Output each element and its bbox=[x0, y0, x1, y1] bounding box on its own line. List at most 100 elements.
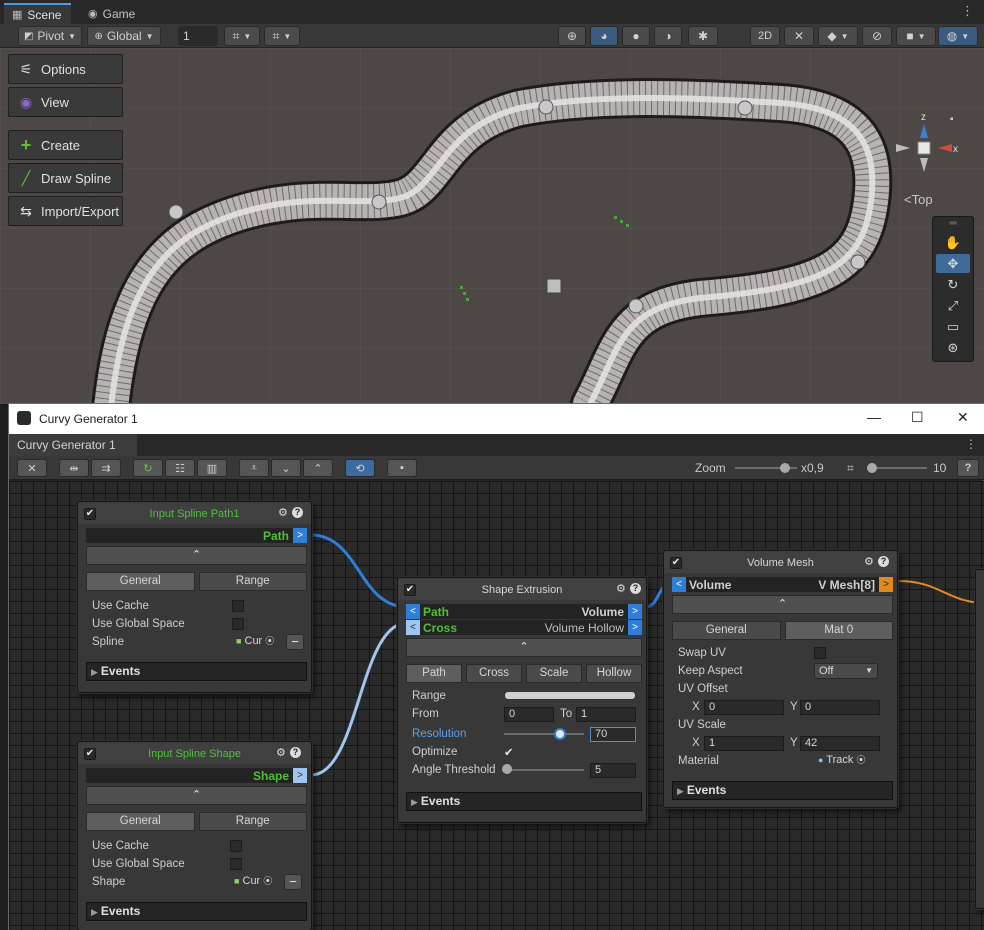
gizmo-view-label[interactable]: <Top bbox=[904, 192, 933, 207]
output-slot-volume[interactable]: > bbox=[628, 604, 642, 619]
output-slot-hollow[interactable]: > bbox=[628, 620, 642, 635]
expand-links-button[interactable]: ⇉ bbox=[91, 459, 121, 477]
view-button[interactable]: ◉ View bbox=[8, 87, 123, 117]
debug-draw-button[interactable]: ✱ bbox=[688, 26, 718, 46]
angle-slider-track[interactable] bbox=[504, 769, 584, 771]
tab-curvy-generator[interactable]: Curvy Generator 1 bbox=[9, 434, 137, 456]
options-button[interactable]: ⚟ Options bbox=[8, 54, 123, 84]
node-header[interactable]: ✔ Input Spline Shape ⚙ ? bbox=[78, 742, 311, 764]
collapse-bar[interactable]: ⌃ bbox=[406, 638, 642, 657]
global-dropdown[interactable]: ⊕ Global ▼ bbox=[87, 26, 161, 46]
move-tool-icon[interactable]: ✥ bbox=[936, 254, 970, 273]
gear-icon[interactable]: ⚙ bbox=[616, 582, 626, 595]
tab-general[interactable]: General bbox=[86, 572, 195, 591]
tab-scene[interactable]: ▦ Scene bbox=[4, 3, 72, 24]
input-slot-path[interactable]: < bbox=[406, 604, 420, 619]
shape-object-field[interactable]: ■ Cur ⦿ bbox=[230, 875, 280, 890]
maximize-icon[interactable]: ☐ bbox=[911, 409, 924, 426]
save-button[interactable]: ▪ bbox=[387, 459, 417, 477]
scale-tool-icon[interactable]: ⤢ bbox=[936, 296, 970, 315]
spline-track-mesh[interactable] bbox=[0, 48, 984, 404]
node-header[interactable]: ✔ Volume Mesh ⚙ ? bbox=[664, 551, 897, 573]
help-icon[interactable]: ? bbox=[292, 507, 303, 518]
input-slot-volume[interactable]: < bbox=[672, 577, 686, 592]
node-volume-mesh[interactable]: ✔ Volume Mesh ⚙ ? < Volume V Mesh[8] > ⌃… bbox=[663, 550, 898, 808]
tab-scale[interactable]: Scale bbox=[526, 664, 582, 683]
rotate-tool-icon[interactable]: ↻ bbox=[936, 275, 970, 294]
close-icon[interactable]: ✕ bbox=[957, 409, 969, 426]
uv-offset-x-field[interactable]: 0 bbox=[704, 700, 784, 715]
grid-slider-knob[interactable] bbox=[867, 463, 877, 473]
help-icon[interactable]: ? bbox=[878, 556, 889, 567]
help-icon[interactable]: ? bbox=[630, 583, 641, 594]
scene-viewport[interactable]: ⚟ Options ◉ View + Create ╱ Draw Spline … bbox=[0, 48, 984, 404]
angle-slider-knob[interactable] bbox=[502, 764, 512, 774]
use-global-space-checkbox[interactable] bbox=[232, 618, 244, 630]
use-cache-checkbox[interactable] bbox=[230, 840, 242, 852]
tab-path[interactable]: Path bbox=[406, 664, 462, 683]
shaded-wireframe-button[interactable]: ◕ bbox=[590, 26, 618, 46]
use-global-space-checkbox[interactable] bbox=[230, 858, 242, 870]
pivot-dropdown[interactable]: ◩ Pivot ▼ bbox=[18, 26, 82, 46]
range-slider[interactable] bbox=[504, 691, 636, 700]
node-input-spline-shape[interactable]: ✔ Input Spline Shape ⚙ ? Shape > ⌃ Gener… bbox=[77, 741, 312, 930]
transform-tool-icon[interactable]: ⊛ bbox=[936, 338, 970, 357]
collapse-bar[interactable]: ⌃ bbox=[86, 546, 307, 565]
toolstrip-grip-icon[interactable]: ═ bbox=[936, 218, 970, 229]
remove-spline-button[interactable]: − bbox=[286, 634, 304, 650]
help-icon[interactable]: ? bbox=[290, 747, 301, 758]
gear-icon[interactable]: ⚙ bbox=[278, 506, 288, 519]
uv-scale-x-field[interactable]: 1 bbox=[704, 736, 784, 751]
tab-range[interactable]: Range bbox=[198, 812, 307, 831]
use-cache-checkbox[interactable] bbox=[232, 600, 244, 612]
swap-uv-checkbox[interactable] bbox=[814, 647, 826, 659]
uv-offset-y-field[interactable]: 0 bbox=[800, 700, 880, 715]
resolution-slider-track[interactable] bbox=[504, 733, 584, 735]
tab-general[interactable]: General bbox=[86, 812, 195, 831]
uv-scale-y-field[interactable]: 42 bbox=[800, 736, 880, 751]
tab-mat-0[interactable]: Mat 0 bbox=[784, 621, 893, 640]
node-header[interactable]: ✔ Input Spline Path1 ⚙ ? bbox=[78, 502, 311, 524]
more-options-icon[interactable]: ⋮ bbox=[965, 437, 977, 451]
node-canvas[interactable]: ✔ Input Spline Path1 ⚙ ? Path > ⌃ Genera… bbox=[9, 481, 984, 930]
tab-general[interactable]: General bbox=[672, 621, 781, 640]
spline-object-field[interactable]: ■ Cur ⦿ bbox=[232, 635, 282, 650]
hand-tool-icon[interactable]: ✋ bbox=[936, 233, 970, 252]
expand-button[interactable]: ⌄ bbox=[271, 459, 301, 477]
output-slot-path[interactable]: > bbox=[293, 528, 307, 543]
remove-shape-button[interactable]: − bbox=[284, 874, 302, 890]
tab-game[interactable]: ◉ Game bbox=[80, 3, 145, 24]
debug-button[interactable]: ▥ bbox=[197, 459, 227, 477]
optimize-checkbox[interactable]: ✔ bbox=[504, 745, 514, 759]
collapse-bar[interactable]: ⌃ bbox=[86, 786, 307, 805]
node-header[interactable]: ✔ Shape Extrusion ⚙ ? bbox=[398, 578, 646, 600]
refresh-button[interactable]: ↻ bbox=[133, 459, 163, 477]
keep-aspect-dropdown[interactable]: Off ▼ bbox=[814, 663, 878, 679]
collapse-button[interactable]: ⌃ bbox=[303, 459, 333, 477]
resolution-slider-knob[interactable] bbox=[554, 728, 566, 740]
increment-snap-button[interactable]: ⌗ ▼ bbox=[264, 26, 300, 46]
shaded-button[interactable]: ● bbox=[622, 26, 650, 46]
gear-icon[interactable]: ⚙ bbox=[864, 555, 874, 568]
resolution-field[interactable]: 70 bbox=[590, 727, 636, 742]
tab-cross[interactable]: Cross bbox=[466, 664, 522, 683]
object-picker-icon[interactable]: ⦿ bbox=[856, 755, 865, 765]
node-shape-extrusion[interactable]: ✔ Shape Extrusion ⚙ ? < Path Volume > < … bbox=[397, 577, 647, 823]
scene-visibility-button[interactable]: ⊘ bbox=[862, 26, 892, 46]
minimize-icon[interactable]: — bbox=[867, 409, 881, 425]
more-options-icon[interactable]: ⋮ bbox=[961, 3, 974, 19]
draw-spline-button[interactable]: ╱ Draw Spline bbox=[8, 163, 123, 193]
node-offscreen[interactable] bbox=[975, 569, 984, 909]
grid-snap-button[interactable]: ⌗ ▼ bbox=[224, 26, 260, 46]
clear-button[interactable]: ✕ bbox=[17, 459, 47, 477]
collapse-all-button[interactable]: ⩡ bbox=[239, 459, 269, 477]
object-picker-icon[interactable]: ⦿ bbox=[265, 636, 274, 646]
effects-dropdown[interactable]: ◆ ▼ bbox=[818, 26, 858, 46]
events-foldout[interactable]: ▶ Events bbox=[406, 792, 642, 811]
node-input-spline-path[interactable]: ✔ Input Spline Path1 ⚙ ? Path > ⌃ Genera… bbox=[77, 501, 312, 693]
reorder-button[interactable]: ☷ bbox=[165, 459, 195, 477]
delete-links-button[interactable]: ⇹ bbox=[59, 459, 89, 477]
create-button[interactable]: + Create bbox=[8, 130, 123, 160]
to-field[interactable]: 1 bbox=[576, 707, 636, 722]
object-picker-icon[interactable]: ⦿ bbox=[263, 876, 272, 886]
